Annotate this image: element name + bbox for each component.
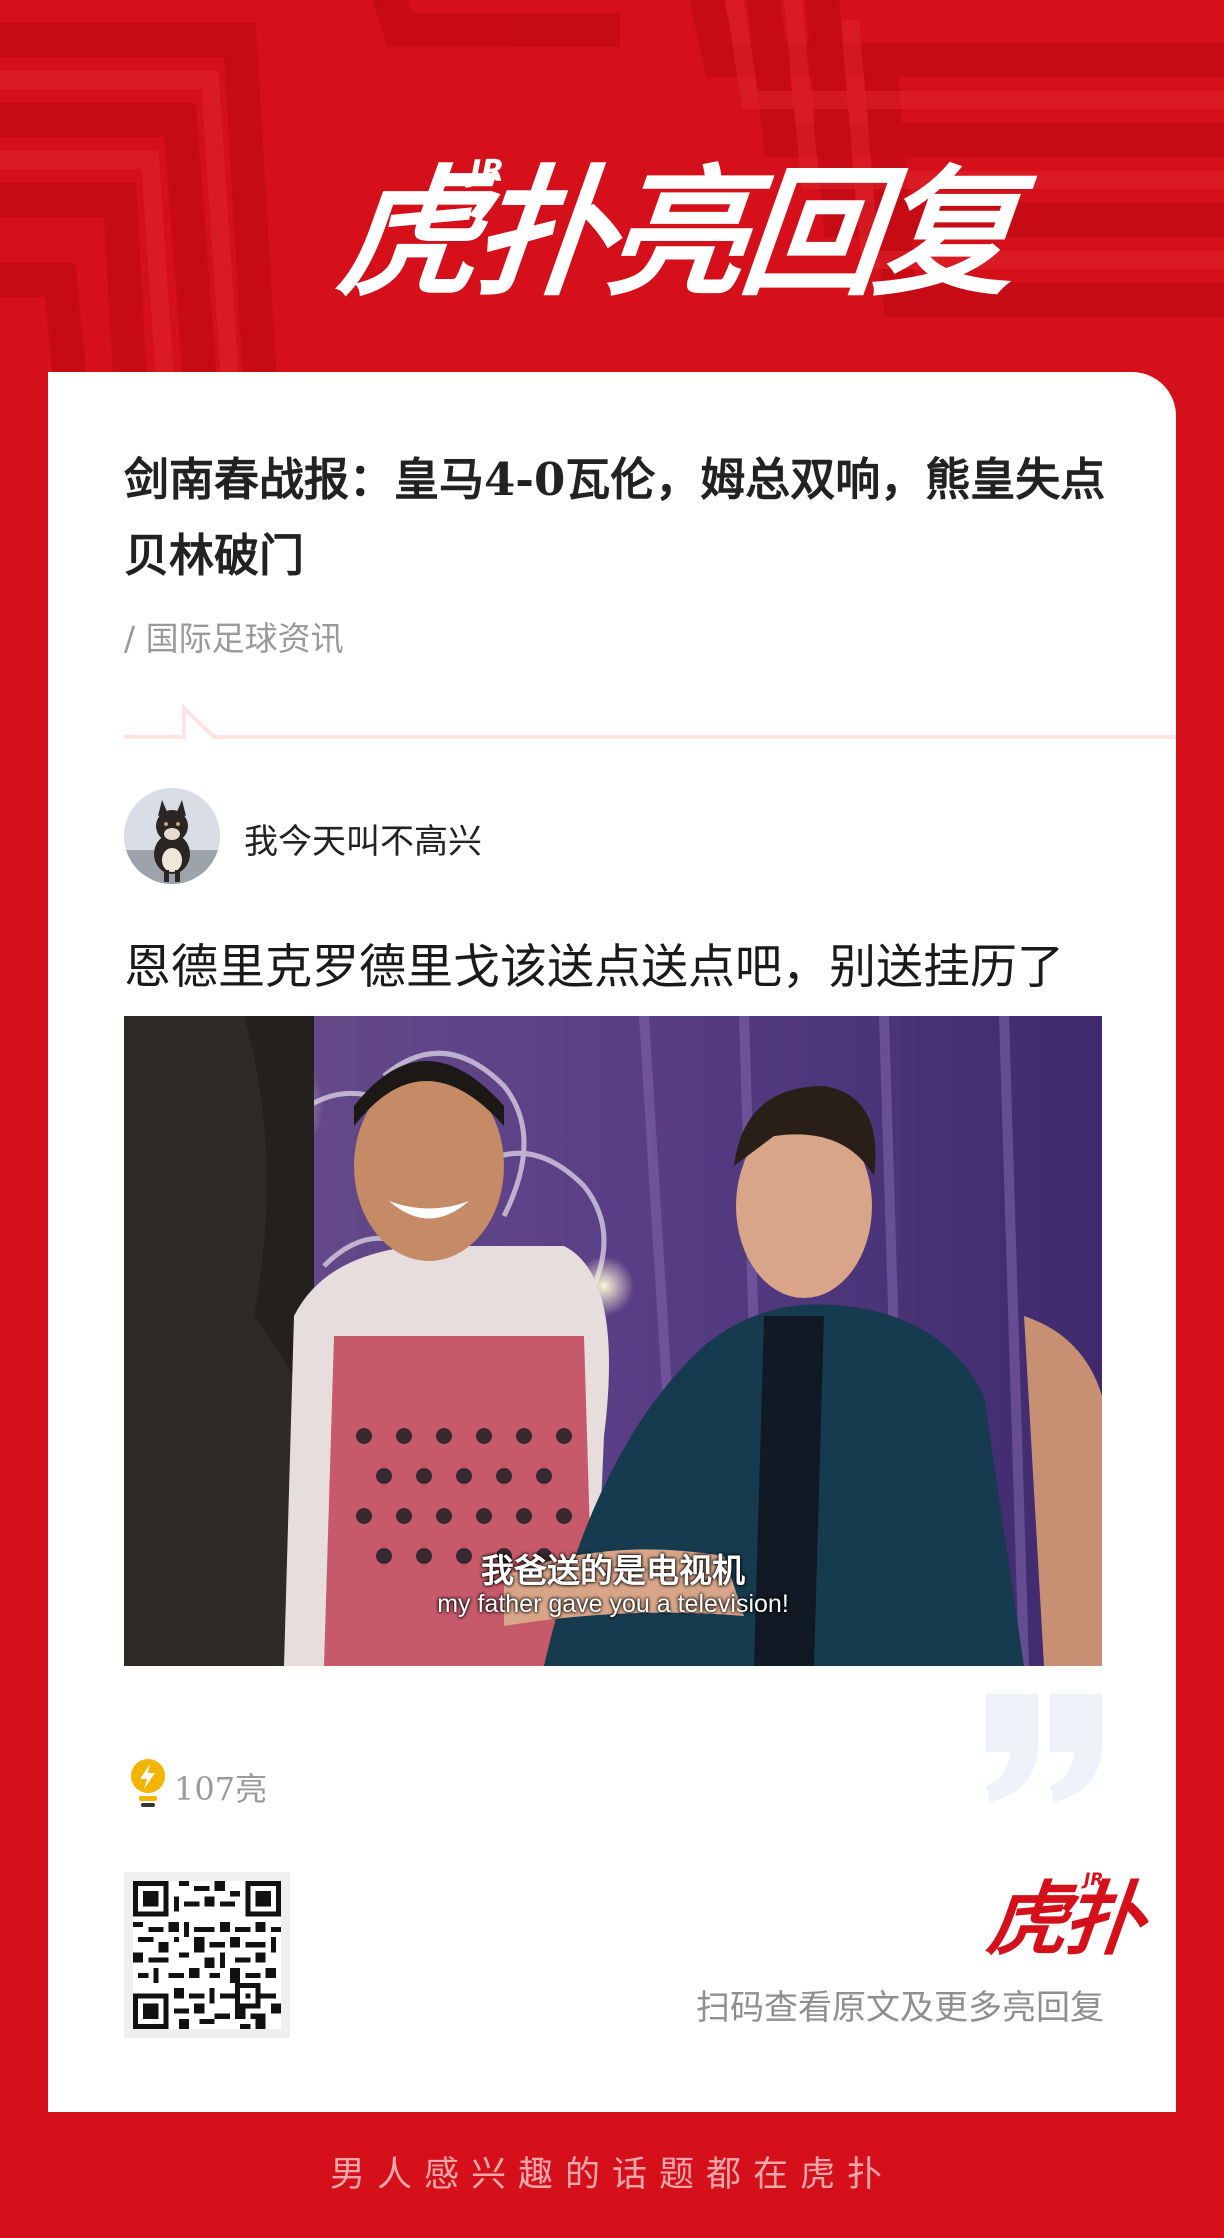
reply-card: 剑南春战报：皇马4-0瓦伦，姆总双响，熊皇失点贝林破门 / 国际足球资讯 我今天… (48, 372, 1176, 2112)
brand-text: 虎扑 (983, 1873, 1145, 1966)
author-name[interactable]: 我今天叫不高兴 (244, 814, 482, 863)
lightbulb-icon (131, 1759, 165, 1807)
image-subtitle-chinese: 我爸送的是电视机 (481, 1551, 745, 1590)
hupu-brand-logo: 虎扑 JR (983, 1868, 1145, 1978)
avatar[interactable] (124, 788, 220, 884)
likes-row[interactable]: 107亮 (128, 1758, 428, 1808)
speech-divider (124, 703, 1176, 739)
qr-code[interactable] (124, 1872, 290, 2038)
qr-code-icon (133, 1881, 281, 2029)
reply-author-row[interactable]: 我今天叫不高兴 (124, 788, 924, 884)
reply-text: 恩德里克罗德里戈该送点送点吧，别送挂历了 (124, 940, 1064, 995)
hupu-liang-reply-logo: 虎扑亮回复 JR (331, 140, 1018, 330)
logo-text: 虎扑亮回复 (331, 153, 1019, 316)
quote-mark-icon (986, 1694, 1102, 1802)
brand-jr-mark: JR (1084, 1870, 1104, 1890)
post-title[interactable]: 剑南春战报：皇马4-0瓦伦，姆总双响，熊皇失点贝林破门 (124, 442, 1134, 594)
likes-count: 107亮 (174, 1770, 268, 1808)
reply-image[interactable]: 我爸送的是电视机 my father gave you a television… (124, 1016, 1102, 1666)
image-subtitle-english: my father gave you a television! (437, 1590, 789, 1618)
post-category[interactable]: / 国际足球资讯 (124, 612, 344, 660)
footer-slogan: 男人感兴趣的话题都在虎扑 (329, 2155, 894, 2195)
scan-hint: 扫码查看原文及更多亮回复 (696, 1988, 1104, 2028)
shiba-dog-avatar-icon (124, 788, 220, 884)
logo-jr-mark: JR (470, 154, 505, 189)
